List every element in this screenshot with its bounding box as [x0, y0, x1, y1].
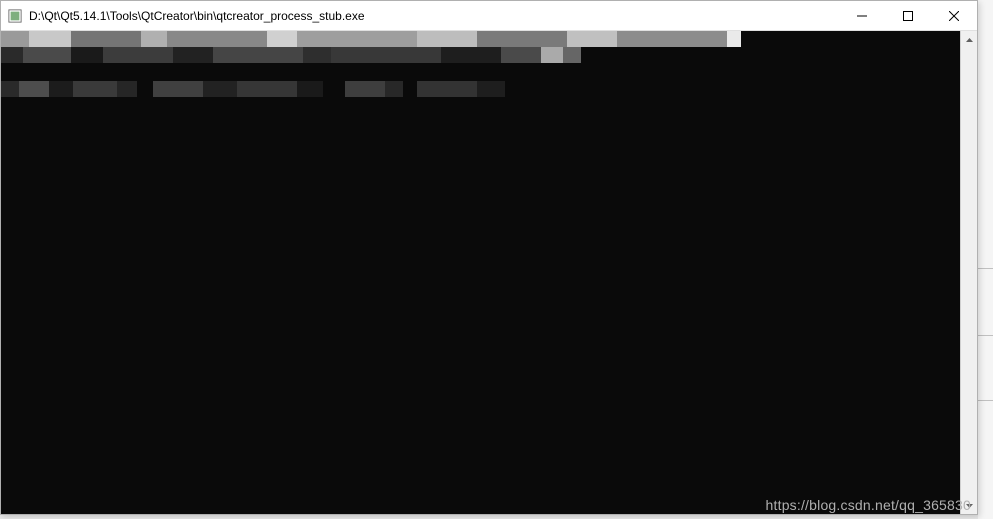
console-output[interactable] — [1, 31, 960, 514]
minimize-button[interactable] — [839, 1, 885, 31]
app-icon — [7, 8, 23, 24]
vertical-scrollbar[interactable] — [960, 31, 977, 514]
bg-divider — [978, 335, 993, 336]
scrollbar-track[interactable] — [961, 48, 977, 497]
scroll-down-button[interactable] — [961, 497, 977, 514]
redacted-content — [1, 31, 960, 97]
window-title: D:\Qt\Qt5.14.1\Tools\QtCreator\bin\qtcre… — [29, 9, 839, 23]
maximize-button[interactable] — [885, 1, 931, 31]
background-panel — [978, 0, 993, 519]
titlebar[interactable]: D:\Qt\Qt5.14.1\Tools\QtCreator\bin\qtcre… — [1, 1, 977, 31]
console-window: D:\Qt\Qt5.14.1\Tools\QtCreator\bin\qtcre… — [0, 0, 978, 515]
close-button[interactable] — [931, 1, 977, 31]
window-controls — [839, 1, 977, 30]
scroll-up-button[interactable] — [961, 31, 977, 48]
bg-divider — [978, 400, 993, 401]
client-area — [1, 31, 977, 514]
bg-divider — [978, 268, 993, 269]
